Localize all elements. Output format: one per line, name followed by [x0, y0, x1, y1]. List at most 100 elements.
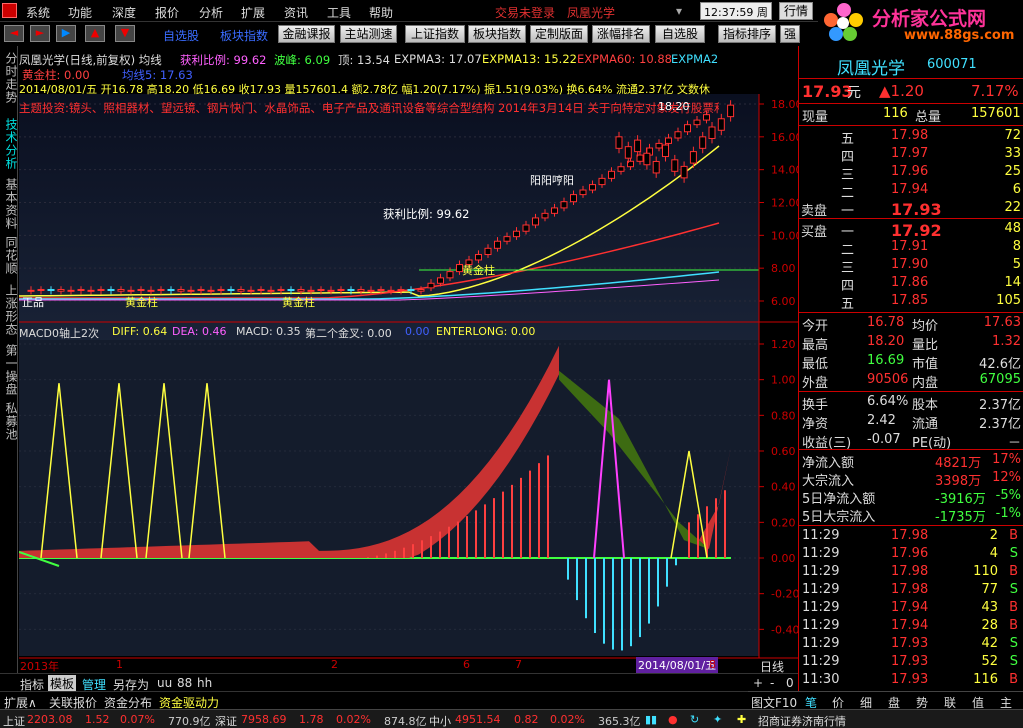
- stat-label: 最低: [802, 357, 829, 372]
- candle-body: [662, 144, 669, 158]
- candle-body: [522, 224, 530, 232]
- link-watchlist[interactable]: 自选股: [163, 27, 199, 44]
- profit-ratio: 获利比例: 99.62: [180, 53, 267, 67]
- reset-zoom-button[interactable]: 0: [786, 676, 794, 690]
- tab-first-trader[interactable]: 第一操盘: [1, 344, 18, 396]
- settings-icon[interactable]: ✦: [713, 713, 722, 726]
- back-icon[interactable]: ◄: [4, 25, 24, 42]
- tab-uu[interactable]: uu: [157, 676, 172, 690]
- tick-side: S: [1009, 582, 1018, 597]
- button-sector-index[interactable]: 板块指数: [468, 25, 526, 43]
- link-sector-index[interactable]: 板块指数: [220, 27, 268, 44]
- up-icon[interactable]: ▲: [85, 25, 105, 42]
- menu-help[interactable]: 帮助: [369, 4, 393, 21]
- sell-row: 四 17.97 33: [799, 146, 1023, 165]
- fund-label: 流通: [912, 417, 939, 432]
- flow-value: 4821万: [935, 456, 982, 471]
- buy-volume: 5: [1012, 257, 1021, 272]
- tick-row: 11:29 17.93 52 S: [799, 654, 1023, 672]
- macd-zero: 0.00: [405, 325, 430, 338]
- flow-row: 5日大宗流入 -1735万 -1%: [799, 506, 1023, 525]
- alert-icon[interactable]: ●: [668, 713, 678, 726]
- zx-change: 0.82: [514, 713, 539, 726]
- buy-row: 二 17.91 8: [799, 239, 1023, 258]
- tab-intraday[interactable]: 分时走势: [1, 52, 18, 104]
- sz-label[interactable]: 深证: [215, 713, 237, 728]
- flow-row: 5日净流入额 -3916万 -5%: [799, 488, 1023, 507]
- fund-label: PE(动): [912, 436, 952, 451]
- zoom-in-button[interactable]: +: [753, 676, 763, 690]
- zx-pct: 0.02%: [550, 713, 585, 726]
- flow-label: 净流入额: [802, 456, 855, 471]
- candle-body: [77, 289, 85, 292]
- menu-system[interactable]: 系统: [26, 4, 50, 21]
- candle-body: [287, 289, 295, 292]
- menu-analysis[interactable]: 分析: [199, 4, 223, 21]
- buy-row: 三 17.90 5: [799, 257, 1023, 276]
- time-axis-m2: 2: [331, 658, 338, 671]
- fund-value: 2.37亿: [979, 398, 1021, 413]
- collapse-icon[interactable]: ▾: [676, 4, 682, 18]
- sell-price: 17.98: [891, 128, 929, 143]
- tab-template[interactable]: 模板: [48, 675, 77, 692]
- menu-tools[interactable]: 工具: [327, 4, 351, 21]
- menu-function[interactable]: 功能: [68, 4, 92, 21]
- tick-row: 11:29 17.96 4 S: [799, 546, 1023, 564]
- tab-fundamentals[interactable]: 基本资料: [1, 178, 18, 230]
- button-custom-layout[interactable]: 定制版面: [530, 25, 588, 43]
- candle-body: [167, 289, 175, 292]
- macd-tick-label: 0.00: [771, 552, 796, 565]
- candle-body: [87, 289, 95, 292]
- tab-88[interactable]: 88: [177, 676, 192, 690]
- top-value: 顶: 13.54: [338, 53, 390, 67]
- button-strength[interactable]: 强弱分: [780, 25, 800, 43]
- tab-technical[interactable]: 技术分析: [1, 118, 18, 170]
- candle-body: [680, 165, 688, 179]
- sell-price: 17.94: [891, 182, 929, 197]
- forward-icon[interactable]: ►: [30, 25, 50, 42]
- menu-extend[interactable]: 扩展: [241, 4, 265, 21]
- zx-label[interactable]: 中小: [429, 713, 451, 728]
- high-price-label: 18.20: [658, 100, 690, 113]
- sell-volume: 22: [1004, 200, 1021, 215]
- kline-chart[interactable]: 18.0016.0014.0012.0010.008.006.001.201.0…: [19, 46, 798, 674]
- sell-price: 17.93: [891, 200, 942, 219]
- app-logo-icon[interactable]: [2, 3, 17, 18]
- tick-price: 17.98: [891, 528, 929, 543]
- candle-body: [617, 166, 625, 172]
- button-gain-rank[interactable]: 涨幅排名: [592, 25, 650, 43]
- menu-quote[interactable]: 报价: [155, 4, 179, 21]
- network-icon[interactable]: ▮▮: [645, 713, 657, 726]
- flow-pct: 12%: [992, 470, 1021, 485]
- tab-tonghuashun[interactable]: 同花顺: [1, 236, 18, 275]
- time-axis-year: 2013年: [20, 660, 59, 673]
- candle-body: [267, 289, 275, 292]
- button-watchlist[interactable]: 自选股: [655, 25, 705, 43]
- candle-body: [347, 289, 355, 292]
- tab-hh[interactable]: hh: [197, 676, 212, 690]
- button-indicator-sort[interactable]: 指标排序: [718, 25, 776, 43]
- button-sh-index[interactable]: 上证指数: [405, 25, 465, 43]
- refresh-icon[interactable]: ↻: [690, 713, 699, 726]
- down-icon[interactable]: ▼: [115, 25, 135, 42]
- button-finance-news[interactable]: 金融课报: [278, 25, 335, 43]
- quote-button[interactable]: 行情: [779, 2, 813, 20]
- signal-icon[interactable]: ✚: [737, 713, 746, 726]
- news-ticker[interactable]: 主题投资:镜头、照相器材、望远镜、钢片快门、水晶饰品、电子产品及通讯设备等综合型…: [19, 100, 719, 116]
- candle-body: [615, 136, 623, 149]
- macd-tick-label: 0.20: [771, 516, 796, 529]
- tab-private-fund[interactable]: 私募池: [1, 402, 18, 441]
- button-speed-test[interactable]: 主站测速: [340, 25, 397, 43]
- menu-depth[interactable]: 深度: [112, 4, 136, 21]
- tab-rising-pattern[interactable]: 上涨形态: [1, 284, 18, 336]
- total-vol: 157601: [971, 106, 1021, 121]
- sh-change: 1.52: [85, 713, 110, 726]
- zoom-out-button[interactable]: -: [770, 676, 774, 690]
- sh-label[interactable]: 上证: [3, 713, 25, 728]
- trade-status[interactable]: 交易未登录: [495, 4, 555, 21]
- candle-body: [317, 289, 325, 292]
- menu-news[interactable]: 资讯: [284, 4, 308, 21]
- play-icon[interactable]: ▶: [56, 25, 76, 42]
- flow-value: 3398万: [935, 474, 982, 489]
- tick-time: 11:29: [802, 600, 840, 615]
